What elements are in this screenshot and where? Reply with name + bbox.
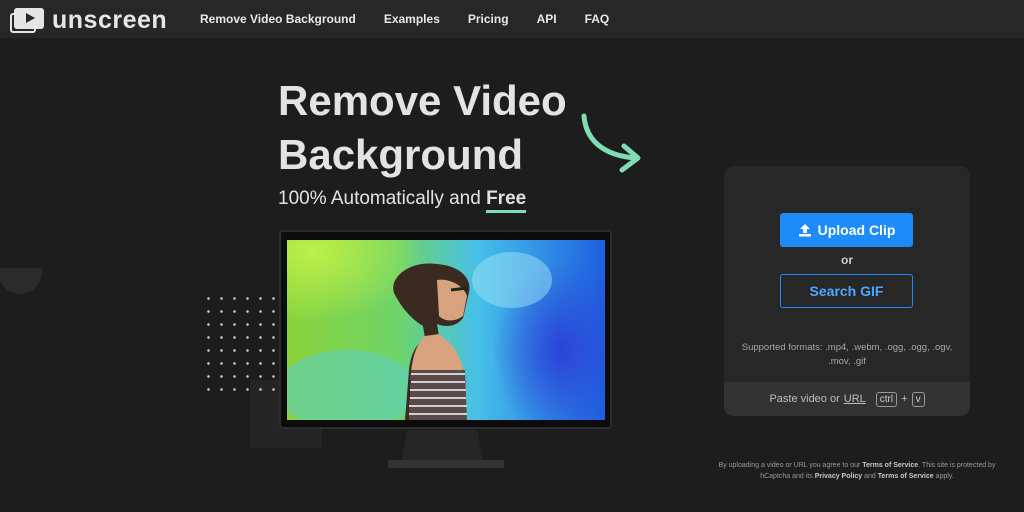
supported-formats: Supported formats: .mp4, .webm, .ogg, .o… [741, 342, 953, 367]
logo[interactable]: unscreen [10, 6, 167, 35]
terms-text-1: By uploading a video or URL you agree to… [718, 462, 863, 469]
hero-title-line1: Remove Video [278, 77, 567, 124]
hero-subtitle: 100% Automatically and Free [278, 188, 527, 213]
curved-arrow-icon [581, 113, 641, 173]
upload-clip-label: Upload Clip [817, 222, 896, 238]
paste-prefix: Paste video or [769, 393, 840, 405]
paste-bar[interactable]: Paste video or URL ctrl + v [724, 382, 970, 416]
monitor-base [388, 460, 504, 468]
paste-url-link[interactable]: URL [844, 393, 866, 405]
search-gif-button[interactable]: Search GIF [780, 274, 913, 308]
decorative-dot-grid [202, 292, 282, 392]
demo-video-preview [287, 240, 605, 420]
terms-notice: By uploading a video or URL you agree to… [718, 460, 996, 482]
hero-title-line2: Background [278, 131, 524, 178]
play-stack-icon [10, 7, 44, 34]
upload-icon [798, 224, 811, 237]
terms-of-service-link[interactable]: Terms of Service [862, 462, 918, 469]
nav-links: Remove Video Background Examples Pricing… [200, 0, 637, 38]
upload-card: Upload Clip or Search GIF Supported form… [724, 166, 970, 416]
hero-subtitle-prefix: 100% Automatically and [278, 188, 487, 209]
hero-subtitle-highlight: Free [486, 188, 527, 213]
privacy-policy-link[interactable]: Privacy Policy [815, 473, 862, 480]
monitor-stand [402, 430, 482, 460]
monitor-frame [279, 230, 612, 429]
terms-of-service-link-2[interactable]: Terms of Service [878, 473, 934, 480]
upload-clip-button[interactable]: Upload Clip [780, 213, 913, 247]
nav-link-examples[interactable]: Examples [384, 12, 440, 26]
nav-link-pricing[interactable]: Pricing [468, 12, 509, 26]
terms-text-3: and [862, 473, 878, 480]
or-separator: or [841, 253, 853, 267]
demo-video [287, 240, 605, 420]
nav-link-faq[interactable]: FAQ [585, 12, 610, 26]
decorative-half-circle [0, 268, 42, 294]
terms-text-4: apply. [933, 473, 954, 480]
kbd-ctrl: ctrl [875, 391, 898, 407]
nav-link-api[interactable]: API [537, 12, 557, 26]
page: unscreen Remove Video Background Example… [0, 0, 1024, 512]
kbd-plus: + [901, 393, 908, 405]
logo-text: unscreen [52, 6, 168, 34]
kbd-v: v [911, 391, 925, 407]
nav-link-remove-video-background[interactable]: Remove Video Background [200, 12, 356, 26]
top-navbar: unscreen Remove Video Background Example… [0, 0, 1024, 38]
